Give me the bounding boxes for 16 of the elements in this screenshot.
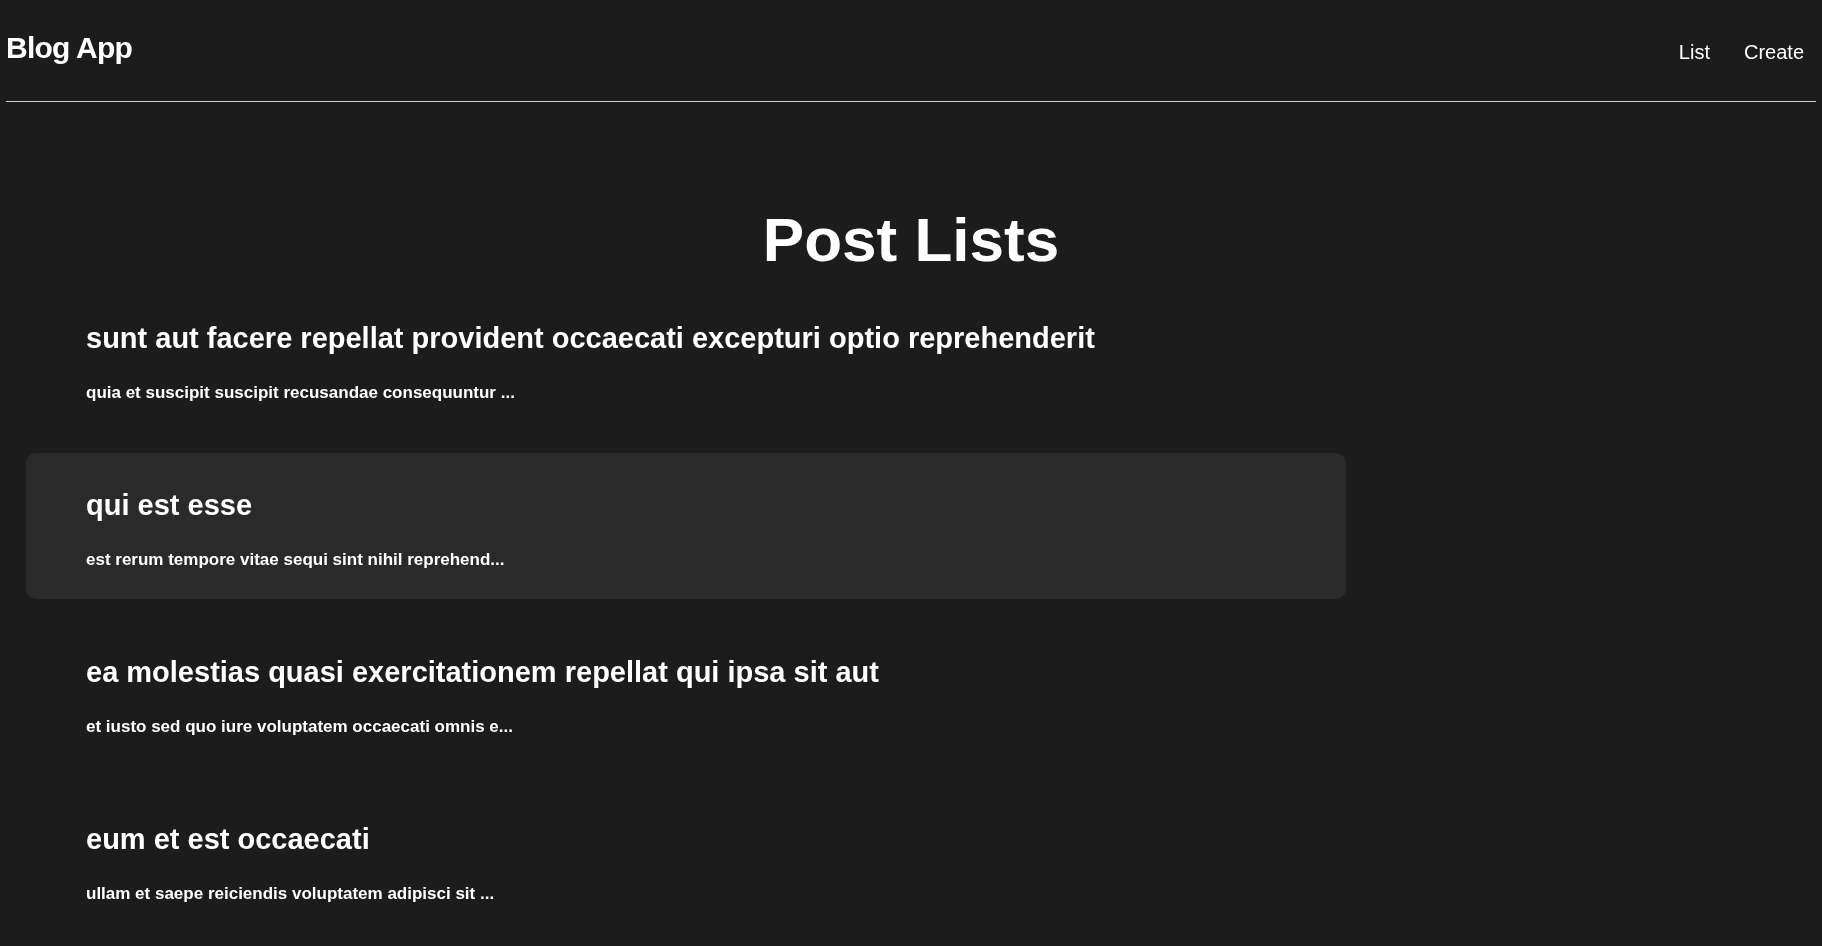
post-title: sunt aut facere repellat provident occaecati excepturi optio reprehenderit: [86, 321, 1096, 356]
post-card[interactable]: eum et est occaecati ullam et saepe reiciendis voluptatem adipisci sit ...: [26, 787, 1346, 933]
post-card[interactable]: sunt aut facere repellat provident occaecati excepturi optio reprehenderit quia et suscipit suscipit recusandae consequuntur ...: [26, 286, 1346, 432]
post-excerpt: est rerum tempore vitae sequi sint nihil reprehend...: [86, 549, 506, 571]
post-title: ea molestias quasi exercitationem repellat qui ipsa sit aut: [86, 655, 880, 690]
post-title: eum et est occaecati: [86, 822, 371, 857]
post-excerpt: quia et suscipit suscipit recusandae consequuntur ...: [86, 382, 516, 404]
nav-link[interactable]: Create: [1743, 38, 1804, 66]
post-excerpt: ullam et saepe reiciendis voluptatem adipisci sit ...: [86, 883, 496, 905]
post-card[interactable]: ea molestias quasi exercitationem repellat qui ipsa sit aut et iusto sed quo iure voluptatem occaecati omnis e...: [26, 620, 1346, 766]
nav-link[interactable]: List: [1678, 38, 1710, 66]
page-title: Post Lists: [761, 204, 1061, 276]
post-card[interactable]: qui est esse est rerum tempore vitae sequi sint nihil reprehend...: [26, 453, 1346, 599]
post-title: qui est esse: [86, 488, 254, 523]
brand-link[interactable]: Blog App: [6, 30, 133, 66]
post-excerpt: et iusto sed quo iure voluptatem occaecati omnis e...: [86, 716, 514, 738]
